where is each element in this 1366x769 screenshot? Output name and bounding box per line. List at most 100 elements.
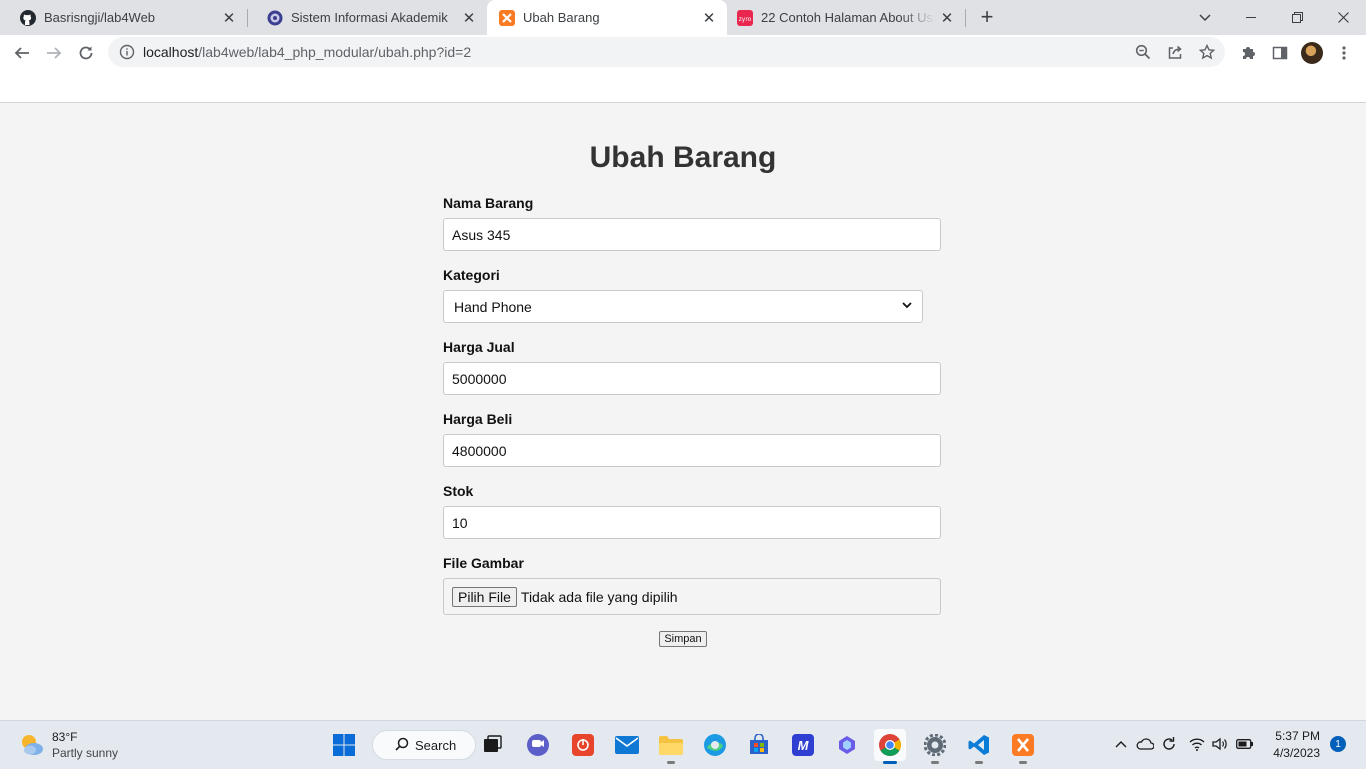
stok-value: 10 (452, 514, 468, 531)
weather-description: Partly sunny (52, 746, 119, 760)
task-view-icon[interactable] (476, 729, 508, 761)
file-explorer-icon[interactable] (655, 729, 687, 764)
reload-icon[interactable] (72, 39, 100, 67)
running-indicator (975, 761, 983, 764)
system-clock[interactable]: 5:37 PM 4/3/2023 (1262, 728, 1320, 762)
running-indicator (931, 761, 939, 764)
partly-sunny-icon (18, 731, 46, 759)
tab-title: Ubah Barang (523, 10, 600, 25)
volume-icon[interactable] (1210, 734, 1230, 754)
microsoft-store-icon[interactable] (743, 729, 775, 761)
tab-divider (965, 9, 966, 27)
tab-about-us[interactable]: zyro 22 Contoh Halaman About Us ya ✕ (727, 0, 965, 35)
tab-sistem-informasi[interactable]: Sistem Informasi Akademik ✕ (247, 0, 487, 35)
running-indicator (883, 761, 897, 764)
profile-avatar[interactable] (1301, 42, 1323, 64)
url-text: localhost/lab4web/lab4_php_modular/ubah.… (143, 44, 472, 60)
running-indicator (667, 761, 675, 764)
side-panel-icon[interactable] (1267, 40, 1293, 66)
notification-badge[interactable]: 1 (1330, 736, 1346, 752)
windows-logo-icon (333, 734, 355, 756)
taskbar-search[interactable]: Search (372, 730, 476, 760)
stok-input[interactable]: 10 (443, 506, 941, 539)
onedrive-cloud-icon[interactable] (1135, 734, 1155, 754)
bookmark-bar (0, 70, 1366, 103)
stok-label: Stok (443, 483, 474, 499)
minimize-icon[interactable] (1228, 0, 1274, 35)
battery-icon[interactable] (1235, 734, 1255, 754)
vscode-icon[interactable] (963, 729, 995, 764)
edge-browser-icon[interactable] (699, 729, 731, 761)
search-label: Search (415, 737, 457, 753)
xampp-taskbar-icon[interactable] (1007, 729, 1039, 764)
settings-gear-icon[interactable] (919, 729, 951, 764)
nama-barang-label: Nama Barang (443, 195, 534, 211)
file-status-text: Tidak ada file yang dipilih (520, 588, 678, 605)
harga-jual-label: Harga Jual (443, 339, 515, 355)
address-bar[interactable]: localhost/lab4web/lab4_php_modular/ubah.… (108, 37, 1225, 67)
harga-beli-value: 4800000 (452, 442, 507, 459)
mail-icon[interactable] (611, 729, 643, 761)
app-m-icon[interactable]: M (787, 729, 819, 761)
clock-time: 5:37 PM (1275, 729, 1320, 743)
chevron-down-icon (902, 301, 912, 312)
back-arrow-icon[interactable] (8, 39, 36, 67)
forward-arrow-icon[interactable] (40, 39, 68, 67)
nama-barang-value: Asus 345 (452, 226, 511, 243)
show-hidden-icons-chevron-icon[interactable] (1111, 734, 1131, 754)
share-icon[interactable] (1163, 40, 1187, 64)
extensions-puzzle-icon[interactable] (1235, 40, 1261, 66)
browser-menu-icon[interactable] (1331, 40, 1357, 66)
zoom-icon[interactable] (1131, 40, 1155, 64)
zyro-icon: zyro (737, 9, 753, 26)
page-title: Ubah Barang (589, 141, 777, 174)
file-gambar-label: File Gambar (443, 555, 524, 571)
search-icon (395, 737, 409, 754)
close-tab-icon[interactable]: ✕ (697, 6, 721, 30)
tab-search-chevron-icon[interactable] (1182, 0, 1228, 35)
weather-widget[interactable]: 83°F Partly sunny (18, 729, 118, 761)
tab-ubah-barang[interactable]: Ubah Barang ✕ (487, 0, 727, 35)
browser-toolbar: localhost/lab4web/lab4_php_modular/ubah.… (0, 35, 1366, 70)
github-icon (20, 9, 36, 26)
harga-beli-input[interactable]: 4800000 (443, 434, 941, 467)
chrome-icon[interactable] (874, 729, 906, 764)
page-content: Ubah Barang Nama Barang Asus 345 Kategor… (0, 103, 1366, 720)
harga-jual-value: 5000000 (452, 370, 507, 387)
file-gambar-input: Pilih File Tidak ada file yang dipilih (443, 578, 941, 615)
restore-icon[interactable] (1274, 0, 1320, 35)
tab-github[interactable]: Basrisngji/lab4Web ✕ (0, 0, 247, 35)
close-tab-icon[interactable]: ✕ (217, 6, 241, 30)
bookmark-star-icon[interactable] (1195, 40, 1219, 64)
kategori-select[interactable]: Hand Phone (443, 290, 923, 323)
harga-jual-input[interactable]: 5000000 (443, 362, 941, 395)
new-tab-icon[interactable]: + (975, 4, 999, 29)
start-button[interactable] (328, 729, 360, 761)
power-app-icon[interactable] (567, 729, 599, 761)
kategori-selected-value: Hand Phone (454, 298, 532, 315)
copilot-icon[interactable] (831, 729, 863, 761)
sync-icon[interactable] (1159, 734, 1179, 754)
close-window-icon[interactable] (1320, 0, 1366, 35)
harga-beli-label: Harga Beli (443, 411, 513, 427)
clock-date: 4/3/2023 (1273, 746, 1320, 760)
close-tab-icon[interactable]: ✕ (457, 6, 481, 30)
tab-title: Sistem Informasi Akademik (291, 10, 448, 25)
kategori-label: Kategori (443, 267, 500, 283)
site-info-icon[interactable] (119, 44, 135, 60)
running-indicator (1019, 761, 1027, 764)
teams-chat-icon[interactable] (522, 729, 554, 761)
weather-temperature: 83°F (52, 730, 78, 744)
simpan-button[interactable]: Simpan (659, 631, 707, 647)
wifi-icon[interactable] (1187, 734, 1207, 754)
university-logo-icon (267, 10, 283, 26)
tab-title: 22 Contoh Halaman About Us ya (761, 10, 935, 25)
windows-taskbar: 83°F Partly sunny Search M 5:37 PM 4/3/2… (0, 720, 1366, 769)
svg-text:zyro: zyro (739, 16, 752, 23)
browser-tab-strip: Basrisngji/lab4Web ✕ Sistem Informasi Ak… (0, 0, 1366, 35)
xampp-icon (499, 9, 515, 26)
close-tab-icon[interactable]: ✕ (935, 6, 959, 30)
choose-file-button[interactable]: Pilih File (452, 586, 517, 607)
tab-title: Basrisngji/lab4Web (44, 10, 156, 25)
nama-barang-input[interactable]: Asus 345 (443, 218, 941, 251)
